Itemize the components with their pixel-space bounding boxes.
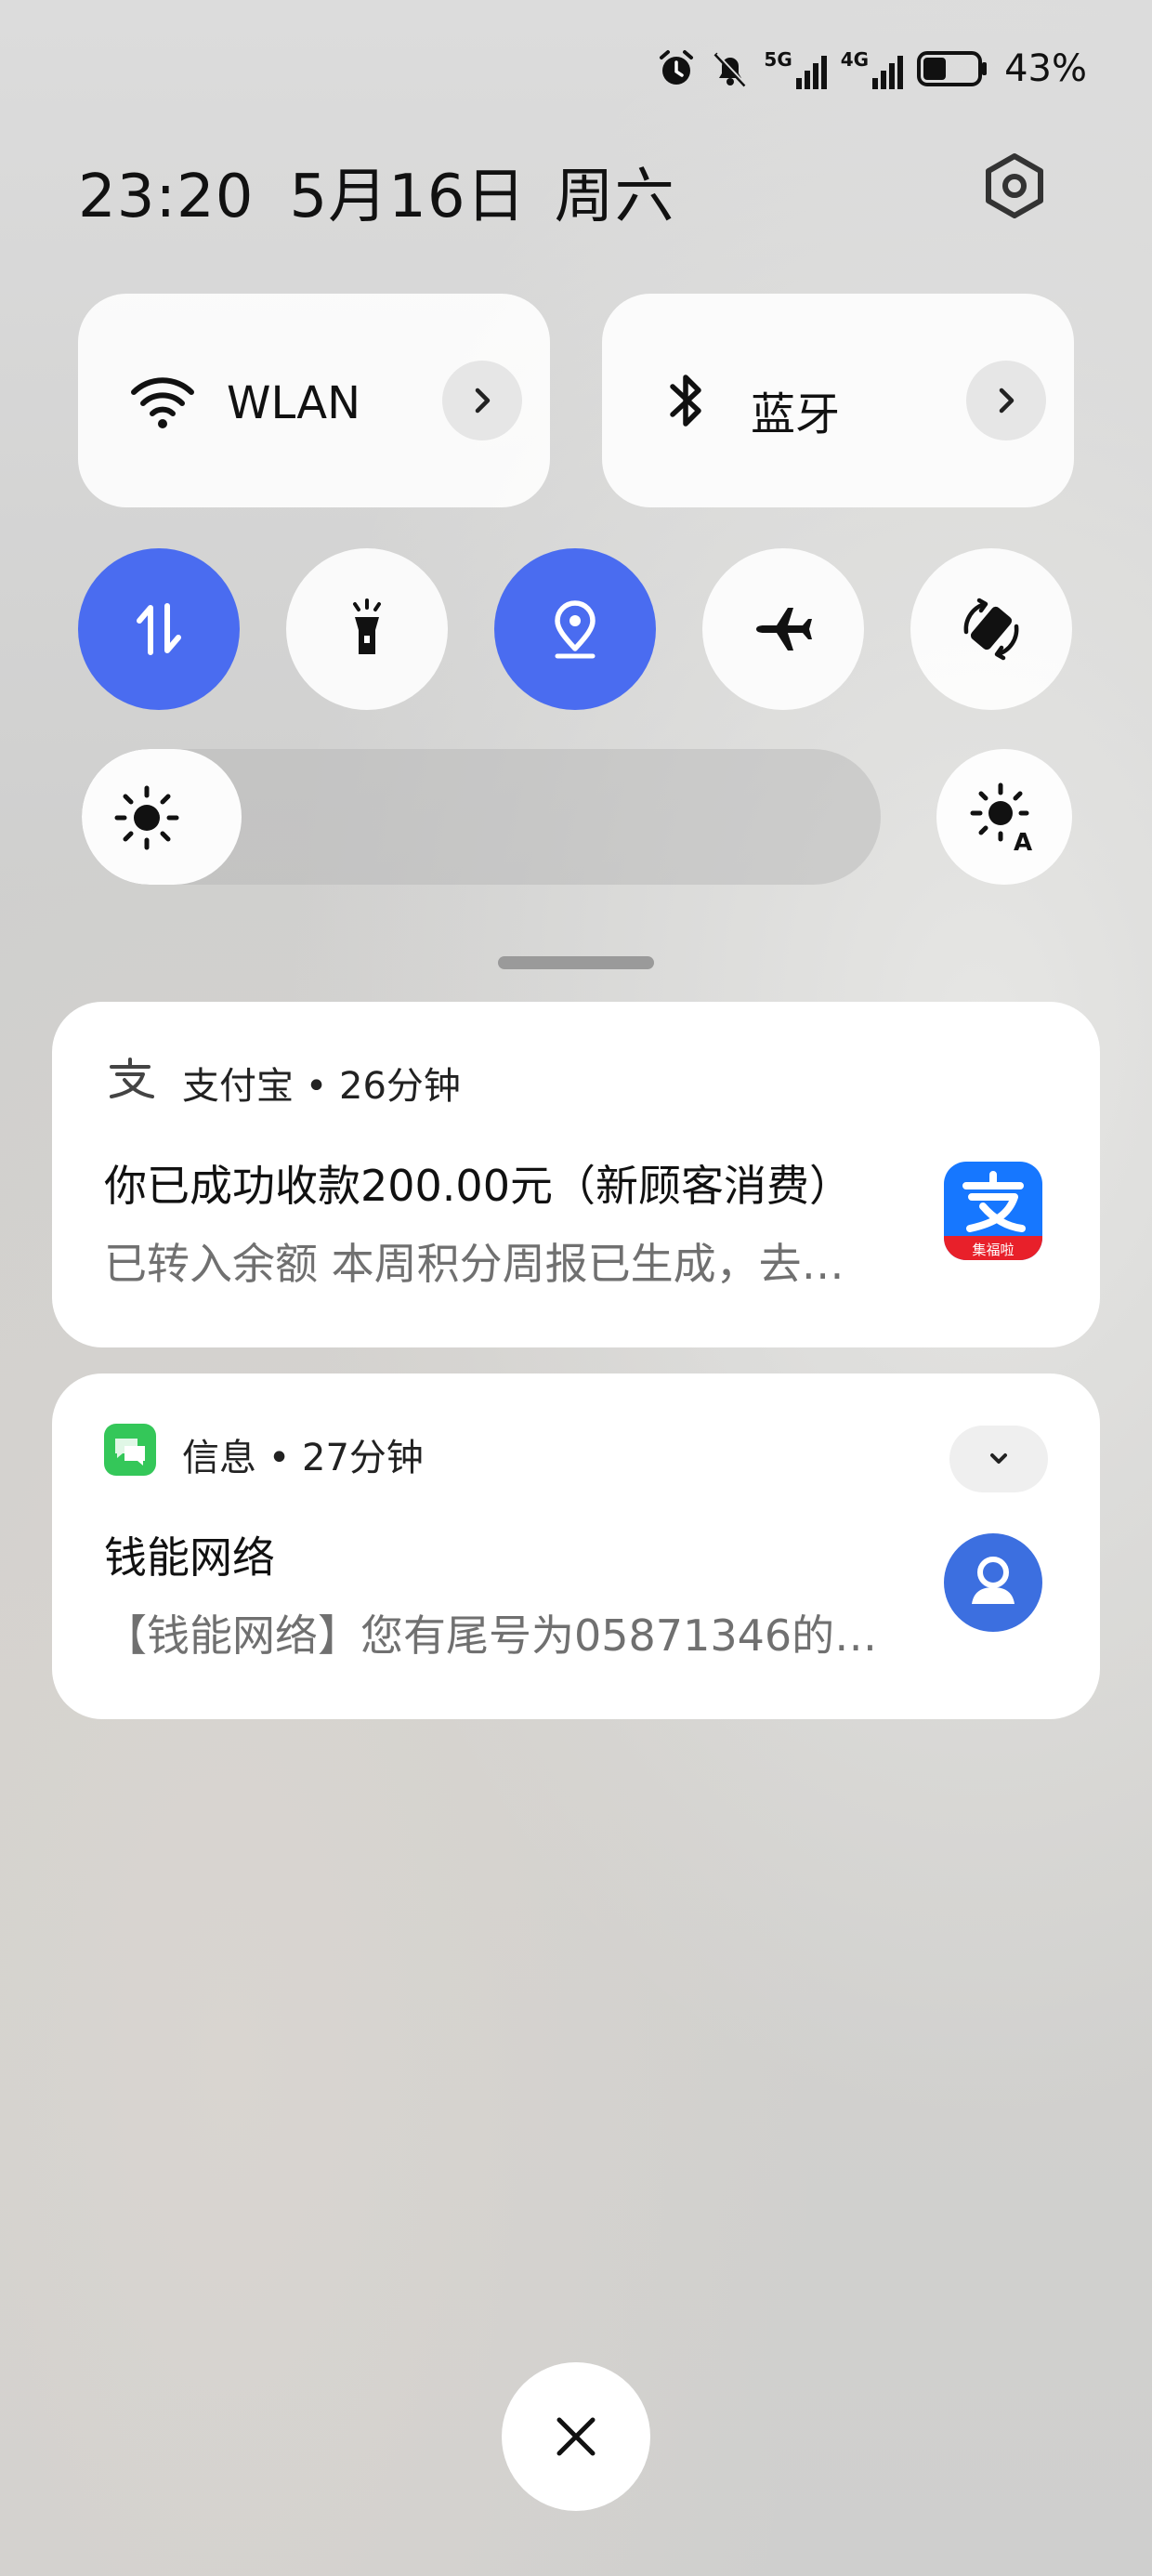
- signal-type-5g: 5G: [764, 48, 792, 71]
- separator-dot: •: [268, 1437, 303, 1479]
- notification-body: 【钱能网络】您有尾号为05871346的…: [104, 1610, 878, 1661]
- chevron-right-icon: [999, 388, 1015, 414]
- notification-app-name: 支付宝: [182, 1065, 294, 1108]
- contact-avatar-icon: [944, 1533, 1042, 1632]
- clock-time: 23:20: [78, 163, 255, 231]
- bluetooth-label: 蓝牙: [751, 388, 841, 440]
- settings-button[interactable]: [977, 149, 1052, 223]
- wlan-label: WLAN: [227, 377, 361, 429]
- wlan-expand-button[interactable]: [442, 361, 522, 440]
- chevron-right-icon: [475, 388, 491, 414]
- notification-body: 已转入余额 本周积分周报已生成，去…: [104, 1239, 844, 1289]
- datetime-header: 23:20 5月16日 周六: [78, 149, 675, 234]
- separator-dot: •: [305, 1065, 340, 1108]
- alipay-app-icon: 集福啦: [944, 1162, 1042, 1260]
- notification-card[interactable]: 支付宝 • 26分钟 你已成功收款200.00元（新顾客消费） 已转入余额 本周…: [52, 1002, 1100, 1347]
- settings-hexagon-icon: [986, 153, 1043, 218]
- brightness-slider[interactable]: [82, 749, 881, 885]
- auto-brightness-letter: A: [1014, 829, 1032, 854]
- wlan-tile[interactable]: WLAN: [78, 294, 550, 507]
- location-toggle[interactable]: [494, 548, 656, 710]
- brightness-sun-icon: [114, 785, 179, 850]
- notification-title: 钱能网络: [104, 1532, 275, 1583]
- signal-bars-icon: [795, 56, 827, 89]
- close-panel-button[interactable]: [502, 2362, 650, 2511]
- close-icon: [556, 2417, 596, 2456]
- date-text: 5月16日: [289, 163, 527, 231]
- notification-time: 27分钟: [302, 1437, 424, 1479]
- signal-bars-icon: [872, 56, 904, 89]
- auto-rotate-toggle[interactable]: [910, 548, 1072, 710]
- notification-expand-button[interactable]: [949, 1426, 1048, 1492]
- notification-card[interactable]: 信息 • 27分钟 钱能网络 【钱能网络】您有尾号为05871346的…: [52, 1373, 1100, 1719]
- alarm-icon: [660, 50, 694, 85]
- battery-icon: [917, 51, 988, 86]
- chevron-down-icon: [990, 1453, 1007, 1464]
- airplane-mode-toggle[interactable]: [702, 548, 864, 710]
- location-icon: [555, 600, 596, 659]
- bluetooth-icon: [670, 375, 701, 427]
- bluetooth-expand-button[interactable]: [966, 361, 1046, 440]
- alipay-small-icon: [110, 1058, 154, 1098]
- mute-bell-icon: [713, 52, 749, 87]
- bluetooth-tile[interactable]: 蓝牙: [602, 294, 1074, 507]
- notification-app-line: 支付宝 • 26分钟: [182, 1056, 461, 1110]
- notification-app-line: 信息 • 27分钟: [182, 1427, 424, 1481]
- mobile-data-toggle[interactable]: [78, 548, 240, 710]
- battery-percent: 43%: [1004, 47, 1087, 90]
- airplane-icon: [756, 608, 812, 651]
- flashlight-toggle[interactable]: [286, 548, 448, 710]
- notification-title: 你已成功收款200.00元（新顾客消费）: [104, 1161, 852, 1211]
- weekday-text: 周六: [554, 163, 675, 231]
- notification-time: 26分钟: [339, 1065, 461, 1108]
- notification-app-name: 信息: [182, 1437, 256, 1479]
- rotate-icon: [963, 598, 1019, 661]
- flashlight-icon: [353, 598, 381, 654]
- panel-drag-handle[interactable]: [498, 956, 654, 969]
- alipay-badge-text: 集福啦: [972, 1242, 1014, 1258]
- auto-brightness-icon: A: [970, 782, 1032, 854]
- status-bar: 5G 4G 43%: [656, 41, 1087, 97]
- wifi-icon: [131, 377, 194, 428]
- data-arrows-icon: [137, 603, 181, 655]
- messages-app-icon: [104, 1424, 156, 1476]
- auto-brightness-button[interactable]: A: [936, 749, 1072, 885]
- signal-type-4g: 4G: [840, 48, 870, 71]
